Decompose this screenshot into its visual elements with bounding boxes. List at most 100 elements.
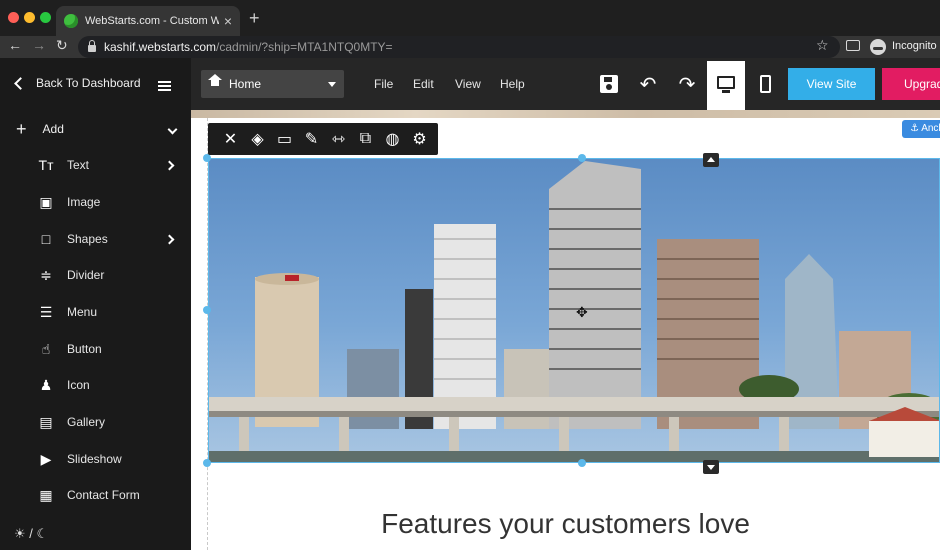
sidebar-item-button[interactable]: ☝ Button [37,338,173,360]
sidebar-item-label: Text [67,158,90,172]
section-heading[interactable]: Features your customers love [191,508,940,540]
window-icon[interactable]: ▭ [271,128,298,150]
gear-icon[interactable]: ⚙ [406,128,433,150]
move-section-down-button[interactable] [703,460,719,474]
back-to-dashboard-link[interactable]: Back To Dashboard [12,76,141,90]
selection-handle-left[interactable] [203,306,211,314]
chess-pawn-icon: ♟ [39,376,53,393]
menu-lines-icon: ☰ [39,303,53,320]
selection-handle-top-left[interactable] [203,154,211,162]
stretch-width-icon[interactable]: ⇿ [325,128,352,150]
pencil-icon[interactable]: ✎ [298,128,325,150]
image-icon: ▣ [39,193,53,210]
lock-icon [88,40,96,52]
minimize-window-button[interactable] [24,12,35,23]
slideshow-icon: ▶ [40,450,52,467]
layers-icon[interactable]: ◈ [244,128,271,150]
pointer-hand-icon: ☝ [41,340,51,357]
sidebar-item-label: Shapes [67,232,108,246]
editor-canvas[interactable]: ⚓ Anch [191,110,940,550]
back-arrow-icon[interactable]: ← [8,37,22,53]
sidebar-item-text[interactable]: Tт Text [37,154,175,176]
square-shape-icon: □ [41,231,51,247]
back-to-dashboard-label: Back To Dashboard [36,76,141,90]
city-skyline-image[interactable] [208,158,940,463]
selection-handle-bottom-left[interactable] [203,459,211,467]
sidebar-item-image[interactable]: ▣ Image [37,191,173,213]
tab-close-icon[interactable]: × [224,14,232,28]
reload-icon[interactable]: ↻ [56,37,68,54]
desktop-monitor-icon [717,76,735,93]
desktop-view-button[interactable] [707,61,745,110]
page-select-value: Home [229,77,262,91]
header-image-strip [191,110,940,118]
hamburger-menu-icon[interactable] [158,81,171,91]
close-window-button[interactable] [8,12,19,23]
menu-edit[interactable]: Edit [413,77,434,91]
sidebar-item-menu[interactable]: ☰ Menu [37,301,173,323]
sidebar-item-label: Menu [67,305,98,319]
chevron-right-icon [164,234,175,244]
duplicate-icon[interactable]: ⧉ [352,128,379,150]
palette-icon[interactable]: ◍ [379,128,406,150]
chevron-down-icon [167,124,178,134]
menu-help[interactable]: Help [500,77,525,91]
forward-arrow-icon[interactable]: → [32,37,46,53]
sidebar-item-label: Divider [67,268,105,282]
sidebar-item-gallery[interactable]: ▤ Gallery [37,411,173,433]
menu-view[interactable]: View [455,77,481,91]
browser-tab-bar: WebStarts.com - Custom Web × + [0,0,940,36]
gallery-icon: ▤ [39,413,53,430]
skyline-illustration [209,161,939,462]
view-site-button[interactable]: View Site [788,68,875,100]
sidebar-item-contact-form[interactable]: ▦ Contact Form [37,484,173,506]
url-host: kashif.webstarts.com [104,40,217,54]
browser-tab[interactable]: WebStarts.com - Custom Web × [56,6,240,36]
divider-icon: ≑ [40,266,52,283]
browser-address-bar: ← → ↻ kashif.webstarts.com/cadmin/?ship=… [0,36,940,58]
cast-icon[interactable] [846,40,860,51]
incognito-label[interactable]: Incognito [892,40,937,52]
menu-file[interactable]: File [374,77,393,91]
add-section-toggle[interactable]: + Add [16,119,178,139]
home-icon [208,74,222,89]
redo-button[interactable]: ↷ [673,70,701,98]
save-disk-icon [600,75,618,93]
upgrade-button[interactable]: Upgrad [882,68,940,100]
undo-icon: ↶ [639,73,657,96]
page-select-dropdown[interactable]: Home [201,70,344,98]
editor-sidebar: Back To Dashboard + Add Tт Text ▣ Image … [0,58,191,550]
sidebar-item-label: Contact Form [67,488,140,502]
close-icon[interactable]: ✕ [217,128,244,150]
sidebar-item-shapes[interactable]: □ Shapes [37,228,175,250]
sidebar-item-icon[interactable]: ♟ Icon [37,374,173,396]
editor-toolbar: Home File Edit View Help ↶ ↷ View Site U… [191,58,940,110]
tab-title: WebStarts.com - Custom Web [85,15,219,27]
element-toolbar: ✕ ◈ ▭ ✎ ⇿ ⧉ ◍ ⚙ [208,123,438,155]
plus-icon: + [16,119,27,139]
move-section-up-button[interactable] [703,153,719,167]
new-tab-button[interactable]: + [249,8,260,29]
add-label: Add [42,122,64,136]
anchor-button[interactable]: ⚓ Anch [902,120,940,138]
chevron-right-icon [164,160,175,170]
bookmark-star-icon[interactable]: ☆ [816,37,829,54]
mobile-phone-icon [759,75,771,93]
selection-handle-bottom[interactable] [578,459,586,467]
selection-handle-top[interactable] [578,154,586,162]
caret-down-icon [328,81,336,87]
undo-button[interactable]: ↶ [634,70,662,98]
url-path: /cadmin/?ship=MTA1NTQ0MTY= [216,40,393,54]
url-input[interactable]: kashif.webstarts.com/cadmin/?ship=MTA1NT… [78,36,840,58]
sidebar-item-divider[interactable]: ≑ Divider [37,264,173,286]
maximize-window-button[interactable] [40,12,51,23]
mobile-view-button[interactable] [751,70,779,98]
theme-toggle[interactable]: ☀ / ☾ [14,526,48,542]
save-button[interactable] [595,70,623,98]
text-icon: Tт [38,157,54,173]
sidebar-item-label: Icon [67,378,90,392]
sidebar-item-label: Gallery [67,415,106,429]
sidebar-item-label: Button [67,342,102,356]
sidebar-item-slideshow[interactable]: ▶ Slideshow [37,448,173,470]
incognito-icon[interactable] [870,39,886,55]
